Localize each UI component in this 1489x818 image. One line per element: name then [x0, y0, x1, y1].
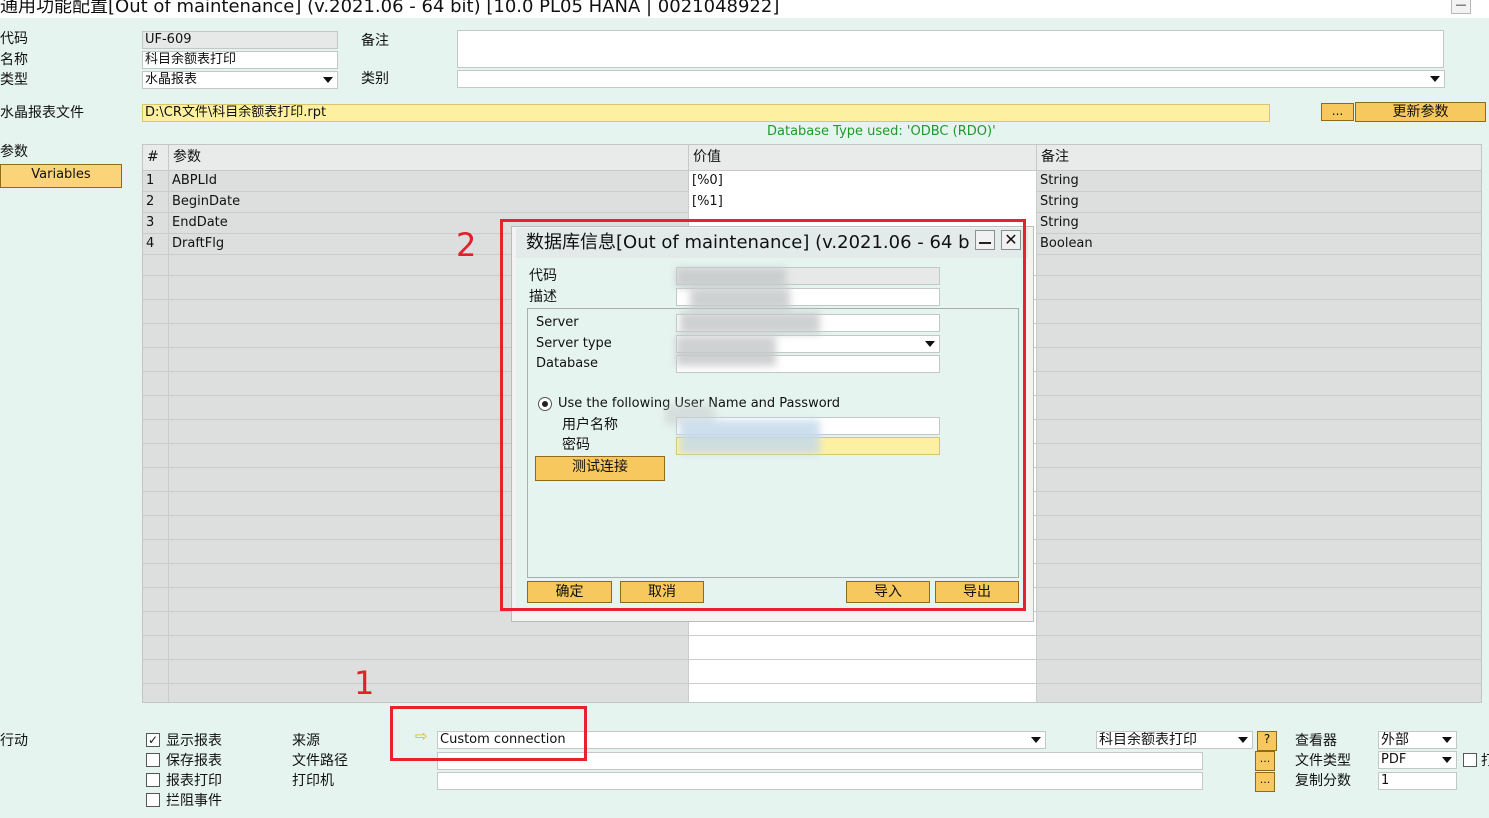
printer-field[interactable]	[437, 772, 1203, 790]
action-label: 行动	[0, 733, 28, 749]
annotation-number-1: 1	[354, 664, 375, 702]
grid-header-param: 参数	[169, 145, 689, 171]
crystal-file-field[interactable]: D:\CR文件\科目余额表打印.rpt	[142, 104, 1270, 122]
filetype-select[interactable]: PDF	[1378, 751, 1457, 769]
row-param: ABPLId	[169, 171, 689, 192]
viewer-label: 查看器	[1295, 733, 1337, 749]
chevron-down-icon	[1442, 757, 1452, 763]
grid-header: # 参数 价值 备注	[143, 145, 1481, 171]
block-event-label: 拦阻事件	[166, 793, 222, 809]
remark-label: 备注	[361, 33, 389, 49]
chevron-down-icon	[1031, 737, 1041, 743]
browse-file-button[interactable]: ...	[1321, 103, 1354, 121]
save-report-label: 保存报表	[166, 753, 222, 769]
code-field[interactable]: UF-609	[142, 31, 338, 49]
annotation-box-2	[500, 219, 1026, 611]
db-type-note: Database Type used: 'ODBC (RDO)'	[767, 124, 996, 139]
copies-field[interactable]: 1	[1378, 772, 1457, 790]
params-label: 参数	[0, 144, 28, 160]
show-report-label: 显示报表	[166, 733, 222, 749]
source-label: 来源	[292, 733, 320, 749]
category-label: 类别	[361, 71, 389, 87]
grid-header-num: #	[143, 145, 169, 171]
variables-button[interactable]: Variables	[0, 164, 122, 188]
printer-browse-button[interactable]: ...	[1255, 772, 1275, 792]
type-select[interactable]: 水晶报表	[142, 71, 338, 89]
code-label: 代码	[0, 31, 28, 47]
category-select[interactable]	[457, 70, 1445, 88]
help-button[interactable]: ?	[1257, 731, 1277, 751]
name-label: 名称	[0, 52, 28, 68]
report-select-value: 科目余额表打印	[1099, 732, 1197, 748]
row-param: BeginDate	[169, 192, 689, 213]
row-value[interactable]: [%1]	[689, 192, 1037, 213]
row-num: 1	[143, 171, 169, 192]
row-value[interactable]: [%0]	[689, 171, 1037, 192]
annotation-box-1	[390, 706, 587, 761]
type-label: 类型	[0, 72, 28, 88]
extra-label: 打	[1481, 753, 1489, 769]
viewer-select[interactable]: 外部	[1378, 731, 1457, 749]
annotation-number-2: 2	[456, 226, 477, 264]
row-num: 4	[143, 234, 169, 255]
minimize-button[interactable]: —	[1451, 0, 1471, 14]
extra-checkbox[interactable]	[1463, 753, 1477, 767]
print-report-label: 报表打印	[166, 773, 222, 789]
filetype-select-value: PDF	[1381, 752, 1407, 767]
report-select[interactable]: 科目余额表打印	[1096, 731, 1253, 749]
empty-row	[143, 663, 1481, 684]
grid-header-value: 价值	[689, 145, 1037, 171]
row-note: Boolean	[1037, 234, 1481, 255]
window-title-bar: 通用功能配置[Out of maintenance] (v.2021.06 - …	[0, 0, 1489, 18]
show-report-checkbox[interactable]: ✓	[146, 733, 160, 747]
crystal-file-label: 水晶报表文件	[0, 105, 84, 121]
update-params-button[interactable]: 更新参数	[1355, 102, 1486, 122]
table-row[interactable]: 2 BeginDate [%1] String	[143, 192, 1481, 213]
row-note: String	[1037, 192, 1481, 213]
window-title: 通用功能配置[Out of maintenance] (v.2021.06 - …	[0, 0, 780, 17]
copies-label: 复制分数	[1295, 773, 1351, 789]
remark-field[interactable]	[457, 30, 1444, 68]
type-select-value: 水晶报表	[145, 72, 198, 87]
name-field[interactable]: 科目余额表打印	[142, 51, 338, 69]
row-num: 2	[143, 192, 169, 213]
row-num: 3	[143, 213, 169, 234]
save-report-checkbox[interactable]	[146, 753, 160, 767]
chevron-down-icon	[1238, 737, 1248, 743]
table-row[interactable]: 1 ABPLId [%0] String	[143, 171, 1481, 192]
row-note: String	[1037, 213, 1481, 234]
chevron-down-icon	[1442, 737, 1452, 743]
filepath-label: 文件路径	[292, 753, 348, 769]
chevron-down-icon	[323, 77, 333, 83]
print-report-checkbox[interactable]	[146, 773, 160, 787]
block-event-checkbox[interactable]	[146, 793, 160, 807]
empty-row	[143, 639, 1481, 660]
printer-label: 打印机	[292, 773, 334, 789]
filetype-label: 文件类型	[1295, 753, 1351, 769]
chevron-down-icon	[1430, 76, 1440, 82]
row-note: String	[1037, 171, 1481, 192]
grid-header-note: 备注	[1037, 145, 1481, 171]
viewer-select-value: 外部	[1381, 732, 1409, 748]
filepath-browse-button[interactable]: ...	[1255, 751, 1275, 771]
